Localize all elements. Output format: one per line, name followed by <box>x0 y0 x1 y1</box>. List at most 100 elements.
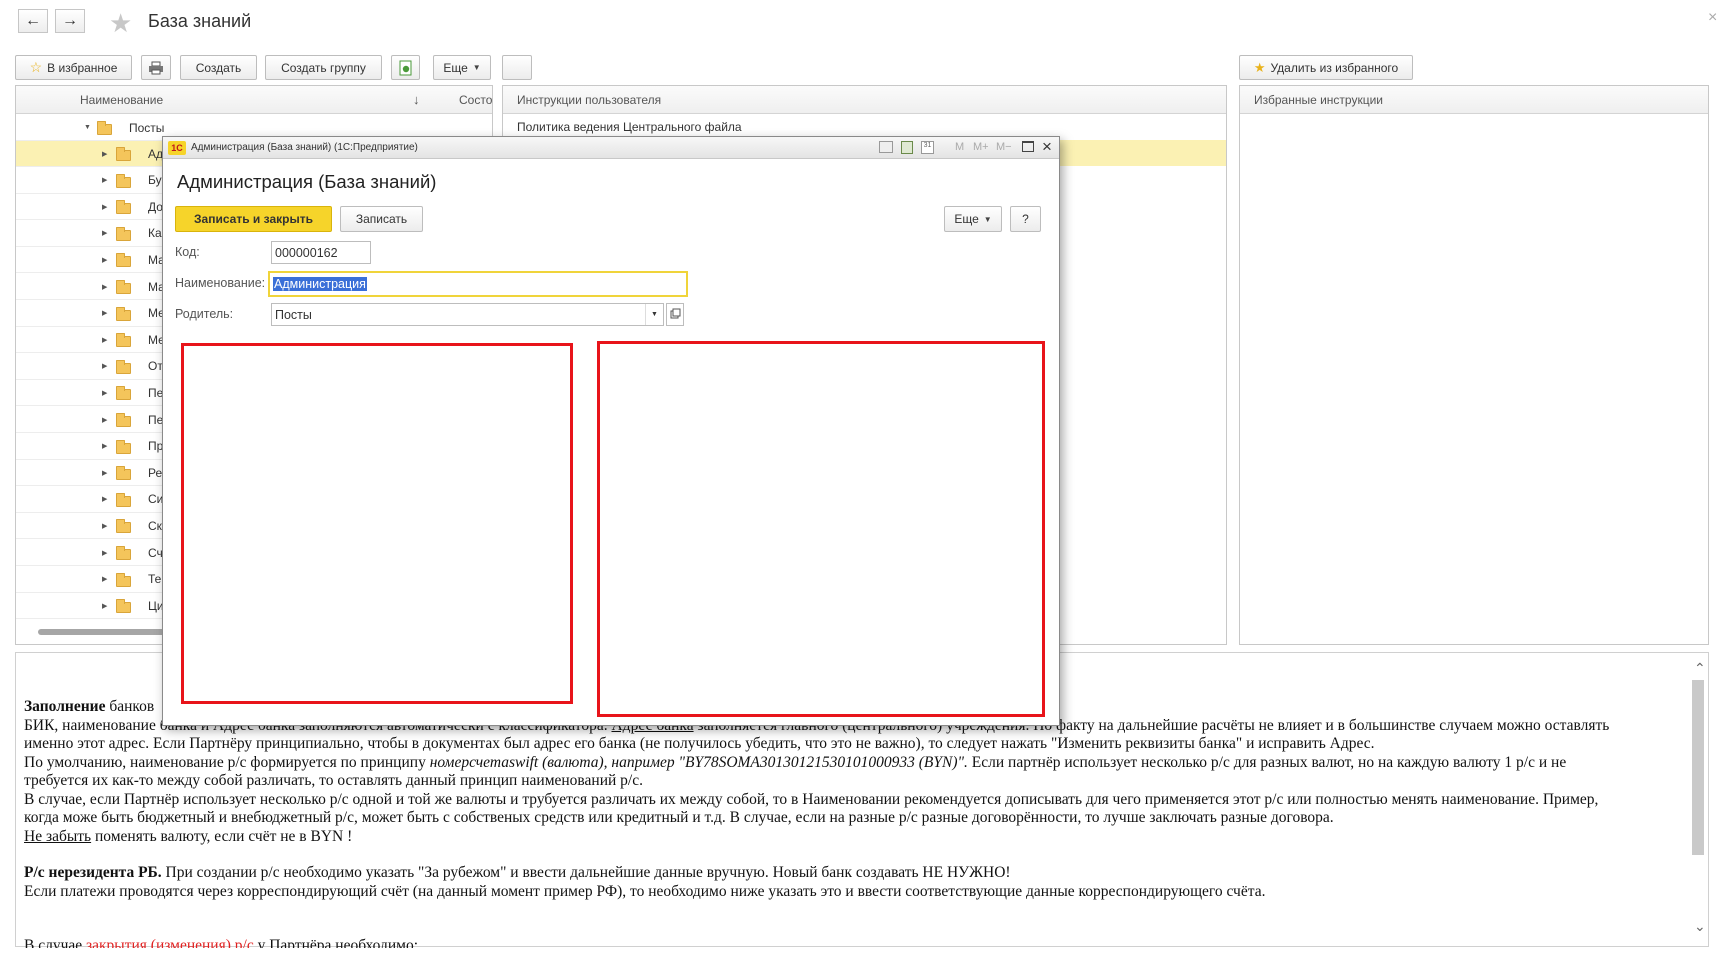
folder-icon <box>116 333 131 348</box>
sort-arrow-icon[interactable]: ↓ <box>413 92 420 107</box>
instructions-header-label: Инструкции пользователя <box>517 92 662 107</box>
expand-right-icon[interactable]: ▶ <box>102 575 107 583</box>
code-field[interactable]: 000000162 <box>271 241 371 264</box>
save-and-close-label: Записать и закрыть <box>194 212 313 226</box>
folder-icon <box>116 466 131 481</box>
remove-from-favorites-button[interactable]: ★ Удалить из избранного <box>1239 55 1413 80</box>
add-to-favorites-button[interactable]: ☆ В избранное <box>15 55 132 80</box>
dialog-close-icon[interactable]: × <box>1042 137 1052 157</box>
doc-paragraph: Если платежи проводятся через корреспонд… <box>24 882 1266 900</box>
expand-right-icon[interactable]: ▶ <box>102 203 107 211</box>
doc-paragraph: В случае закрытия (изменения) р/с у Парт… <box>24 937 1694 948</box>
page-title: База знаний <box>148 11 252 31</box>
file-export-icon <box>399 60 411 75</box>
expand-right-icon[interactable]: ▶ <box>102 150 107 158</box>
memory-m-button[interactable]: M <box>955 141 964 153</box>
expand-right-icon[interactable]: ▶ <box>102 336 107 344</box>
expand-right-icon[interactable]: ▶ <box>102 469 107 477</box>
forward-button[interactable]: → <box>55 9 85 33</box>
expand-right-icon[interactable]: ▶ <box>102 256 107 264</box>
remove-star-icon: ★ <box>1253 59 1266 75</box>
doc-red-link[interactable]: закрытия (изменения) р/с <box>86 937 254 948</box>
remove-from-favorites-label: Удалить из избранного <box>1270 60 1399 75</box>
create-button[interactable]: Создать <box>180 55 257 80</box>
close-icon[interactable]: × <box>1708 9 1717 27</box>
instructions-toolbar-button[interactable] <box>502 55 532 80</box>
expand-right-icon[interactable]: ▶ <box>102 176 107 184</box>
folder-icon <box>116 173 131 188</box>
name-value: Администрация <box>273 277 367 291</box>
more-label: Еще <box>443 60 468 75</box>
doc-paragraph: В случае, если Партнёр использует нескол… <box>24 790 1599 808</box>
help-button[interactable]: ? <box>1010 206 1041 232</box>
expand-right-icon[interactable]: ▶ <box>102 389 107 397</box>
open-parent-button[interactable] <box>666 303 684 326</box>
save-button[interactable]: Записать <box>340 206 423 232</box>
tree-row-label: Бу <box>148 173 162 188</box>
expand-right-icon[interactable]: ▶ <box>102 416 107 424</box>
doc-span: банков <box>105 698 155 715</box>
print-icon[interactable] <box>879 141 893 153</box>
column-state-header[interactable]: Состо <box>459 93 492 107</box>
calendar-icon[interactable]: 31 <box>921 141 934 154</box>
expand-down-icon[interactable]: ▼ <box>84 124 91 131</box>
parent-label: Родитель: <box>175 307 234 321</box>
folder-icon <box>116 519 131 534</box>
tree-row-label: Ре <box>148 465 163 480</box>
folder-icon <box>116 599 131 614</box>
edit-dialog: 1С Администрация (База знаний) (1С:Предп… <box>162 136 1060 726</box>
dialog-heading: Администрация (База знаний) <box>177 171 437 192</box>
name-field[interactable]: Администрация <box>268 271 688 297</box>
expand-right-icon[interactable]: ▶ <box>102 602 107 610</box>
favorites-header: Избранные инструкции <box>1240 86 1708 114</box>
folder-icon <box>116 200 131 215</box>
favorite-star-icon[interactable]: ★ <box>109 8 132 39</box>
maximize-icon[interactable] <box>1022 141 1034 152</box>
doc-span: По умолчанию, наименование р/с формирует… <box>24 753 430 771</box>
memory-plus-button[interactable]: M+ <box>973 141 989 153</box>
folder-icon <box>116 147 131 161</box>
save-and-close-button[interactable]: Записать и закрыть <box>175 206 332 232</box>
calculator-icon[interactable] <box>901 141 913 154</box>
column-name-header[interactable]: Наименование <box>80 93 163 107</box>
tree-row-label: Сч <box>148 545 163 560</box>
doc-span: поменять валюту, если счёт не в BYN ! <box>91 827 353 845</box>
open-link-icon <box>670 308 681 319</box>
dialog-titlebar[interactable]: 1С Администрация (База знаний) (1С:Предп… <box>163 137 1059 159</box>
scroll-down-icon[interactable]: ⌄ <box>1694 918 1706 935</box>
doc-bold: Заполнение <box>24 698 106 715</box>
folder-icon <box>116 226 131 241</box>
expand-right-icon[interactable]: ▶ <box>102 442 107 450</box>
expand-right-icon[interactable]: ▶ <box>102 283 107 291</box>
create-group-button[interactable]: Создать группу <box>265 55 382 80</box>
app-logo-icon: 1С <box>168 141 186 155</box>
tree-row-label: Ка <box>148 226 162 241</box>
expand-right-icon[interactable]: ▶ <box>102 495 107 503</box>
expand-right-icon[interactable]: ▶ <box>102 522 107 530</box>
folder-icon <box>116 253 131 268</box>
instruction-label: Политика ведения Центрального файла <box>517 120 742 134</box>
parent-dropdown-icon[interactable]: ▼ <box>645 304 663 325</box>
parent-field[interactable]: Посты ▼ <box>271 303 664 326</box>
folder-icon <box>116 572 131 587</box>
doc-bold: Р/с нерезидента РБ. <box>24 864 162 881</box>
expand-right-icon[interactable]: ▶ <box>102 309 107 317</box>
scroll-up-icon[interactable]: ⌃ <box>1694 660 1706 677</box>
expand-right-icon[interactable]: ▶ <box>102 362 107 370</box>
print-button[interactable] <box>141 55 171 80</box>
highlight-box-left <box>181 343 573 704</box>
dialog-more-button[interactable]: Еще ▼ <box>944 206 1002 232</box>
doc-link[interactable]: Не забыть <box>24 828 91 845</box>
code-value: 000000162 <box>275 245 338 260</box>
doc-paragraph: По умолчанию, наименование р/с формирует… <box>24 754 1694 773</box>
more-button[interactable]: Еще ▼ <box>433 55 491 80</box>
expand-right-icon[interactable]: ▶ <box>102 549 107 557</box>
export-button[interactable] <box>391 55 420 80</box>
parent-value: Посты <box>275 307 312 322</box>
memory-minus-button[interactable]: M− <box>996 141 1012 153</box>
back-button[interactable]: ← <box>18 9 48 33</box>
highlight-box-right <box>597 341 1045 717</box>
expand-right-icon[interactable]: ▶ <box>102 229 107 237</box>
tree-row-label: Ад <box>148 146 164 161</box>
dialog-window-title: Администрация (База знаний) (1С:Предприя… <box>191 142 418 153</box>
